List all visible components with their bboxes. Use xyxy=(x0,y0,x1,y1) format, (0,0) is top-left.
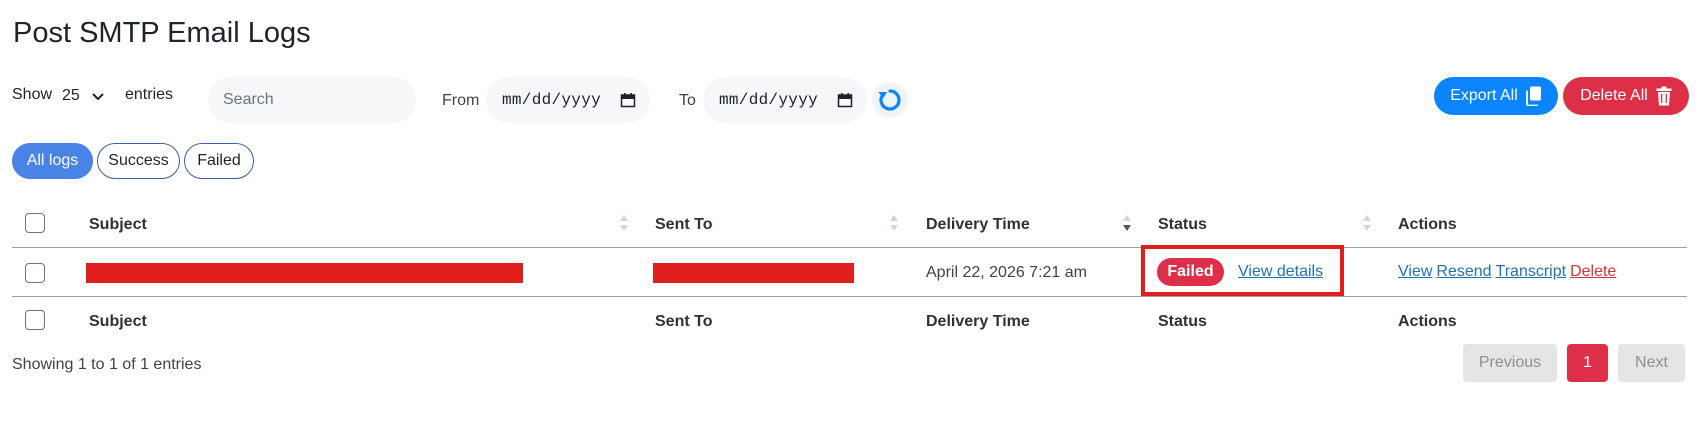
view-details-link[interactable]: View details xyxy=(1238,263,1323,281)
column-header-subject[interactable]: Subject xyxy=(89,216,147,234)
table-info-text: Showing 1 to 1 of 1 entries xyxy=(12,356,202,373)
select-all-checkbox[interactable] xyxy=(25,213,45,233)
redacted-recipient xyxy=(653,263,854,283)
entries-per-page-value: 25 xyxy=(62,87,80,104)
reset-filter-button[interactable] xyxy=(872,82,908,118)
delete-all-button[interactable]: Delete All xyxy=(1563,77,1689,115)
show-label: Show xyxy=(12,86,53,103)
entries-per-page-select[interactable]: 25 xyxy=(62,82,106,110)
column-footer-actions: Actions xyxy=(1398,313,1457,330)
to-date-placeholder: mm/dd/yyyy xyxy=(719,91,819,109)
select-all-checkbox-footer[interactable] xyxy=(25,310,45,330)
previous-page-button[interactable]: Previous xyxy=(1463,344,1557,382)
export-all-label: Export All xyxy=(1450,87,1518,104)
filter-failed[interactable]: Failed xyxy=(184,143,254,179)
copy-icon xyxy=(1525,86,1541,106)
column-footer-subject: Subject xyxy=(89,313,147,330)
sort-icon[interactable] xyxy=(619,213,629,233)
delivery-time-value: April 22, 2026 7:21 am xyxy=(926,264,1087,281)
from-date-input[interactable]: mm/dd/yyyy xyxy=(486,77,650,123)
delete-link[interactable]: Delete xyxy=(1570,263,1616,281)
sort-descending-icon[interactable] xyxy=(1122,213,1132,233)
table-footer-divider xyxy=(12,296,1687,297)
column-header-delivery-time[interactable]: Delivery Time xyxy=(926,216,1030,234)
column-header-status[interactable]: Status xyxy=(1158,216,1207,234)
view-link[interactable]: View xyxy=(1398,263,1432,281)
row-checkbox[interactable] xyxy=(25,263,45,283)
column-footer-sent-to: Sent To xyxy=(655,313,713,330)
trash-icon xyxy=(1656,86,1672,106)
page-1-button[interactable]: 1 xyxy=(1567,344,1608,382)
search-input[interactable] xyxy=(208,77,416,123)
filter-success[interactable]: Success xyxy=(97,143,180,179)
sort-icon[interactable] xyxy=(1362,213,1372,233)
to-label: To xyxy=(679,92,696,109)
sort-icon[interactable] xyxy=(889,213,899,233)
filter-all-logs[interactable]: All logs xyxy=(12,143,93,179)
transcript-link[interactable]: Transcript xyxy=(1496,263,1567,281)
delete-all-label: Delete All xyxy=(1580,87,1648,104)
calendar-icon[interactable] xyxy=(837,92,853,108)
status-badge: Failed xyxy=(1157,258,1224,286)
entries-label: entries xyxy=(125,86,174,103)
export-all-button[interactable]: Export All xyxy=(1434,77,1558,115)
redacted-subject xyxy=(86,263,523,283)
to-date-input[interactable]: mm/dd/yyyy xyxy=(703,77,867,123)
from-label: From xyxy=(442,92,480,109)
table-header-divider xyxy=(12,247,1687,248)
calendar-icon[interactable] xyxy=(620,92,636,108)
column-header-sent-to[interactable]: Sent To xyxy=(655,216,712,234)
resend-link[interactable]: Resend xyxy=(1436,263,1491,281)
row-actions: View Resend Transcript Delete xyxy=(1398,263,1616,281)
email-logs-page: Post SMTP Email Logs Show 25 entries Fro… xyxy=(0,0,1698,445)
refresh-icon xyxy=(878,89,901,111)
next-page-button[interactable]: Next xyxy=(1618,344,1685,382)
column-footer-delivery-time: Delivery Time xyxy=(926,313,1030,330)
from-date-placeholder: mm/dd/yyyy xyxy=(502,91,602,109)
chevron-down-icon xyxy=(92,93,104,101)
column-footer-status: Status xyxy=(1158,313,1207,330)
column-header-actions: Actions xyxy=(1398,216,1457,233)
page-title: Post SMTP Email Logs xyxy=(13,17,311,49)
